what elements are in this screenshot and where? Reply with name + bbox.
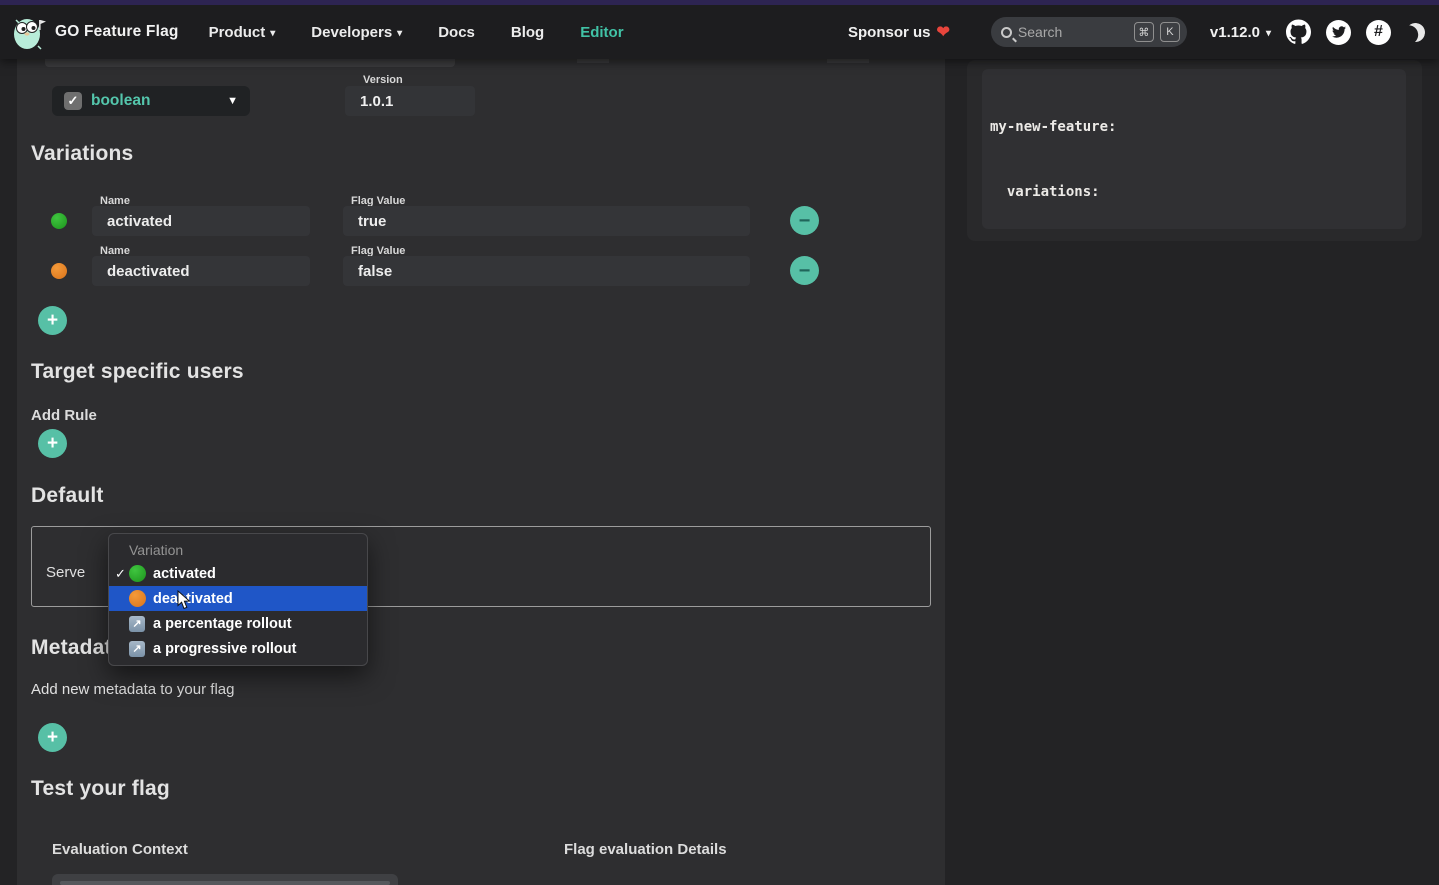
sponsor-us-link[interactable]: Sponsor us ❤ — [848, 22, 950, 42]
default-heading: Default — [31, 484, 104, 508]
remove-variation-button[interactable]: − — [790, 206, 819, 235]
target-users-heading: Target specific users — [31, 360, 244, 384]
chevron-down-icon: ▾ — [270, 28, 275, 39]
plus-icon: + — [47, 311, 58, 330]
variation-value-input[interactable]: true — [343, 206, 750, 236]
dropdown-group-label: Variation — [109, 539, 367, 561]
chevron-down-icon: ▼ — [227, 95, 238, 107]
search-icon — [1001, 27, 1012, 38]
version-field-label: Version — [363, 74, 403, 86]
dropdown-option-percentage-rollout[interactable]: ↗ a percentage rollout — [109, 611, 367, 636]
minus-icon: − — [799, 211, 811, 231]
navbar: GO Feature Flag Product▾ Developers▾ Doc… — [0, 5, 1439, 59]
chevron-down-icon: ▾ — [397, 28, 402, 39]
cutoff-field-edge — [577, 59, 609, 63]
serve-label: Serve — [46, 564, 85, 581]
gopher-logo-icon — [10, 12, 46, 52]
check-icon: ✓ — [115, 566, 126, 582]
plus-icon: + — [47, 728, 58, 747]
variation-color-dot-green — [51, 213, 67, 229]
variation-row: Name activated Flag Value true − — [17, 206, 945, 236]
nav-link-developers[interactable]: Developers▾ — [311, 24, 402, 41]
checked-checkbox-icon: ✓ — [64, 92, 82, 110]
evaluation-context-editor-scrollbar — [60, 881, 390, 885]
variations-heading: Variations — [31, 142, 133, 166]
plus-icon: + — [47, 434, 58, 453]
flag-type-select[interactable]: ✓ boolean ▼ — [52, 86, 250, 116]
dropdown-option-activated[interactable]: ✓ activated — [109, 561, 367, 586]
chevron-down-icon: ▾ — [1266, 28, 1271, 39]
brand-title: GO Feature Flag — [55, 23, 179, 41]
cmd-key-hint: ⌘ — [1134, 22, 1154, 42]
variation-dropdown-menu: Variation ✓ activated deactivated ↗ a pe… — [108, 533, 368, 666]
nav-link-product[interactable]: Product▾ — [209, 24, 276, 41]
remove-variation-button[interactable]: − — [790, 256, 819, 285]
search-box[interactable]: ⌘ K — [991, 17, 1187, 47]
github-icon[interactable] — [1286, 20, 1311, 45]
nav-link-blog[interactable]: Blog — [511, 24, 544, 41]
k-key-hint: K — [1160, 22, 1180, 42]
variation-name-input[interactable]: activated — [92, 206, 310, 236]
metadata-description: Add new metadata to your flag — [31, 681, 234, 698]
green-dot-icon — [129, 565, 146, 582]
add-rule-label: Add Rule — [31, 407, 97, 424]
heart-icon: ❤ — [937, 22, 950, 42]
add-rule-button[interactable]: + — [38, 429, 67, 458]
cutoff-field-edge — [827, 59, 869, 63]
add-variation-button[interactable]: + — [38, 306, 67, 335]
yaml-preview-panel: my-new-feature: variations: activated: t… — [967, 60, 1422, 241]
evaluation-context-label: Evaluation Context — [52, 841, 188, 858]
yaml-line: variations: — [990, 182, 1406, 204]
flag-evaluation-details-label: Flag evaluation Details — [564, 841, 727, 858]
yaml-code-block: my-new-feature: variations: activated: t… — [982, 69, 1406, 229]
arrow-up-right-icon: ↗ — [129, 616, 145, 632]
add-metadata-button[interactable]: + — [38, 723, 67, 752]
minus-icon: − — [799, 261, 811, 281]
search-input[interactable] — [1018, 24, 1128, 40]
variation-row: Name deactivated Flag Value false − — [17, 256, 945, 286]
version-dropdown[interactable]: v1.12.0▾ — [1210, 24, 1271, 41]
nav-link-docs[interactable]: Docs — [438, 24, 475, 41]
yaml-line: my-new-feature: — [990, 117, 1406, 139]
dropdown-option-deactivated[interactable]: deactivated — [109, 586, 367, 611]
test-flag-heading: Test your flag — [31, 777, 170, 801]
variation-name-input[interactable]: deactivated — [92, 256, 310, 286]
navbar-right: Sponsor us ❤ ⌘ K v1.12.0▾ # — [848, 17, 1425, 47]
flag-type-value: boolean — [91, 92, 218, 110]
cutoff-input-edge[interactable] — [45, 59, 455, 67]
brand-home-link[interactable]: GO Feature Flag — [10, 12, 179, 52]
variation-value-input[interactable]: false — [343, 256, 750, 286]
editor-form-panel: ✓ boolean ▼ Version 1.0.1 Variations Nam… — [17, 59, 945, 885]
evaluation-context-editor[interactable] — [52, 874, 398, 885]
version-input[interactable]: 1.0.1 — [345, 86, 475, 116]
nav-links: Product▾ Developers▾ Docs Blog Editor — [209, 24, 624, 41]
orange-dot-icon — [129, 590, 146, 607]
top-accent-bar — [0, 0, 1439, 5]
nav-link-editor[interactable]: Editor — [580, 24, 623, 41]
variation-color-dot-orange — [51, 263, 67, 279]
dropdown-option-progressive-rollout[interactable]: ↗ a progressive rollout — [109, 636, 367, 661]
dark-mode-toggle-moon-icon[interactable] — [1404, 20, 1427, 43]
arrow-up-right-icon: ↗ — [129, 641, 145, 657]
twitter-icon[interactable] — [1326, 20, 1351, 45]
slack-hash-icon[interactable]: # — [1366, 20, 1391, 45]
